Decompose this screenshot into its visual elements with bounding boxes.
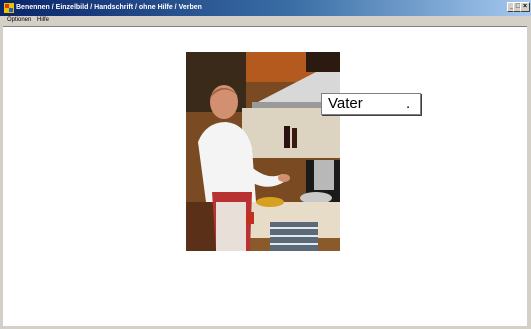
title-bar[interactable]: Benennen / Einzelbild / Handschrift / oh… xyxy=(0,0,531,16)
close-button[interactable]: × xyxy=(520,2,530,12)
app-icon xyxy=(4,3,14,13)
window-title: Benennen / Einzelbild / Handschrift / oh… xyxy=(16,4,202,11)
cook-photo xyxy=(186,52,340,251)
answer-text: Vater xyxy=(328,95,363,112)
cook-photo-illustration xyxy=(186,52,340,251)
answer-field[interactable]: Vater . xyxy=(321,93,421,115)
app-window: Benennen / Einzelbild / Handschrift / oh… xyxy=(0,0,531,329)
text-cursor: . xyxy=(406,95,411,112)
menu-optionen[interactable]: Optionen xyxy=(7,16,31,25)
menu-hilfe[interactable]: Hilfe xyxy=(37,16,49,25)
menu-bar: Optionen Hilfe xyxy=(0,16,531,25)
